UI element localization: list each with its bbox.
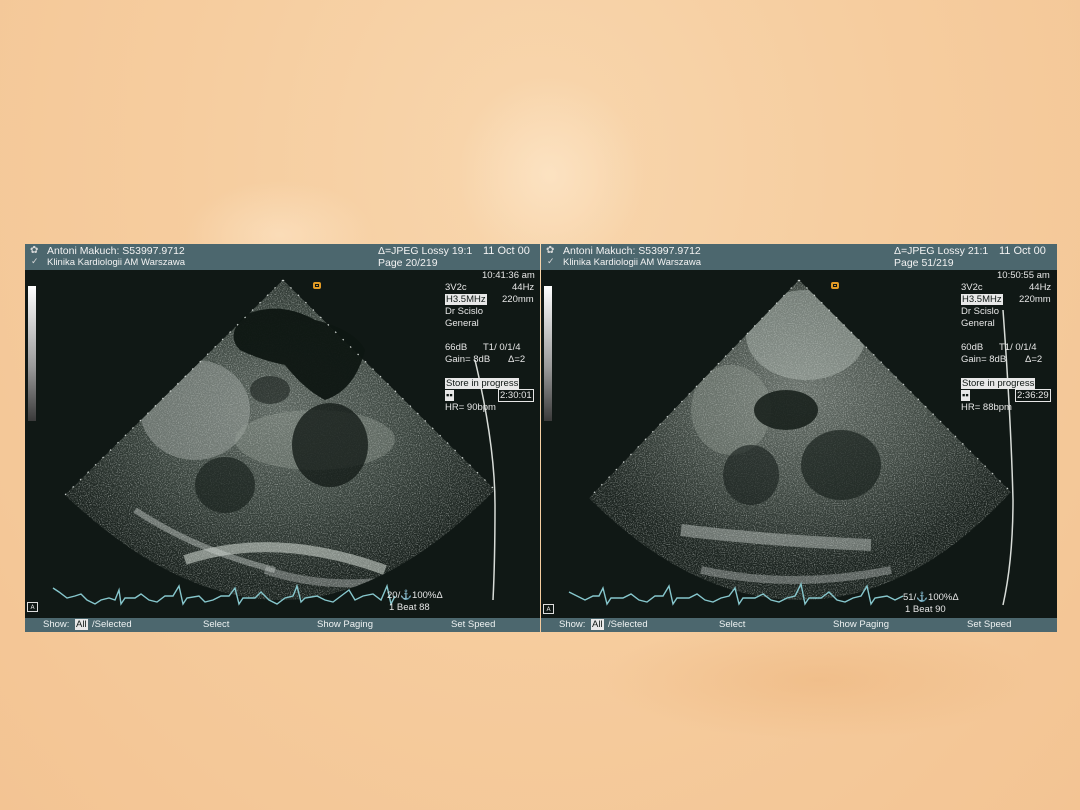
compression-info: Δ=JPEG Lossy 21:1 — [894, 245, 989, 257]
show-paging-button[interactable]: Show Paging — [833, 618, 889, 632]
grayscale-bar — [544, 286, 552, 421]
store-icon: ▪▪ — [961, 390, 970, 401]
page-indicator: Page 51/219 — [894, 257, 954, 269]
gain-value: Gain= 8dB — [445, 354, 491, 365]
store-icon: ▪▪ — [445, 390, 454, 401]
gear-icon[interactable]: ✿ — [30, 245, 38, 256]
mode-value: T1/ 0/1/4 — [999, 342, 1037, 353]
delta-value: Δ=2 — [1025, 354, 1043, 365]
clock-time: 10:50:55 am — [997, 270, 1050, 281]
power-value: 66dB — [445, 342, 468, 353]
compression-info: Δ=JPEG Lossy 19:1 — [378, 245, 473, 257]
clinic-name: Klinika Kardiologii AM Warszawa — [563, 257, 701, 268]
show-selected-button[interactable]: /Selected — [92, 618, 132, 632]
frequency-value: H3.5MHz — [445, 294, 487, 305]
show-paging-button[interactable]: Show Paging — [317, 618, 373, 632]
checkmark-icon: ✓ — [547, 257, 555, 267]
show-all-label: All — [591, 619, 604, 630]
store-timer: 2:36:29 — [1015, 389, 1051, 402]
heart-rate: HR= 88bpm — [961, 402, 1012, 413]
checkmark-icon: ✓ — [31, 257, 39, 267]
clinic-name: Klinika Kardiologii AM Warszawa — [47, 257, 185, 268]
page-indicator: Page 20/219 — [378, 257, 438, 269]
preset-name: General — [961, 318, 995, 329]
depth-value: 220mm — [1019, 294, 1051, 305]
heart-rate: HR= 90bpm — [445, 402, 496, 413]
show-selected-button[interactable]: /Selected — [608, 618, 648, 632]
delta-value: Δ=2 — [508, 354, 526, 365]
set-speed-button[interactable]: Set Speed — [967, 618, 1011, 632]
frame-rate: 44Hz — [512, 282, 535, 293]
clock-time: 10:41:36 am — [482, 270, 535, 281]
store-status: Store in progress — [445, 378, 520, 389]
annotation-icon[interactable]: A — [27, 602, 38, 612]
select-button[interactable]: Select — [203, 618, 229, 632]
exam-date: 11 Oct 00 — [999, 245, 1046, 257]
echo-frame-left: ✿ ✓ Antoni Makuch: S53997.9712 Klinika K… — [25, 244, 540, 632]
patient-name: Antoni Makuch: S53997.9712 — [563, 245, 701, 257]
select-button[interactable]: Select — [719, 618, 745, 632]
echo-frame-right: ✿ ✓ Antoni Makuch: S53997.9712 Klinika K… — [541, 244, 1057, 632]
frame-counter: 20/⚓100%Δ — [387, 590, 443, 601]
set-speed-button[interactable]: Set Speed — [451, 618, 495, 632]
gear-icon[interactable]: ✿ — [546, 245, 554, 256]
beat-counter: 1 Beat 90 — [905, 604, 946, 615]
power-value: 60dB — [961, 342, 984, 353]
header-bar: ✿ ✓ Antoni Makuch: S53997.9712 Klinika K… — [25, 244, 540, 270]
beat-counter: 1 Beat 88 — [389, 602, 430, 613]
grayscale-bar — [28, 286, 36, 421]
frequency-value: H3.5MHz — [961, 294, 1003, 305]
header-bar: ✿ ✓ Antoni Makuch: S53997.9712 Klinika K… — [541, 244, 1057, 270]
store-timer: 2:30:01 — [498, 389, 534, 402]
gain-value: Gain= 8dB — [961, 354, 1007, 365]
show-all-label: All — [75, 619, 88, 630]
orientation-marker-icon — [313, 282, 321, 289]
show-label: Show: — [43, 619, 70, 630]
probe-name: 3V2c — [961, 282, 983, 293]
show-all-button[interactable]: All — [591, 618, 604, 632]
doctor-name: Dr Scislo — [445, 306, 484, 317]
mode-value: T1/ 0/1/4 — [483, 342, 521, 353]
show-label: Show: — [559, 619, 586, 630]
orientation-marker-icon — [831, 282, 839, 289]
probe-name: 3V2c — [445, 282, 467, 293]
patient-name: Antoni Makuch: S53997.9712 — [47, 245, 185, 257]
depth-value: 220mm — [502, 294, 534, 305]
footer-bar: Show: All /Selected Select Show Paging S… — [25, 618, 540, 632]
exam-date: 11 Oct 00 — [483, 245, 530, 257]
footer-bar: Show: All /Selected Select Show Paging S… — [541, 618, 1057, 632]
show-all-button[interactable]: All — [75, 618, 88, 632]
background-glow — [600, 620, 1040, 740]
annotation-icon[interactable]: A — [543, 604, 554, 614]
doctor-name: Dr Scislo — [961, 306, 1000, 317]
store-status: Store in progress — [961, 378, 1036, 389]
frame-rate: 44Hz — [1029, 282, 1052, 293]
preset-name: General — [445, 318, 479, 329]
frame-counter: 51/⚓100%Δ — [903, 592, 959, 603]
